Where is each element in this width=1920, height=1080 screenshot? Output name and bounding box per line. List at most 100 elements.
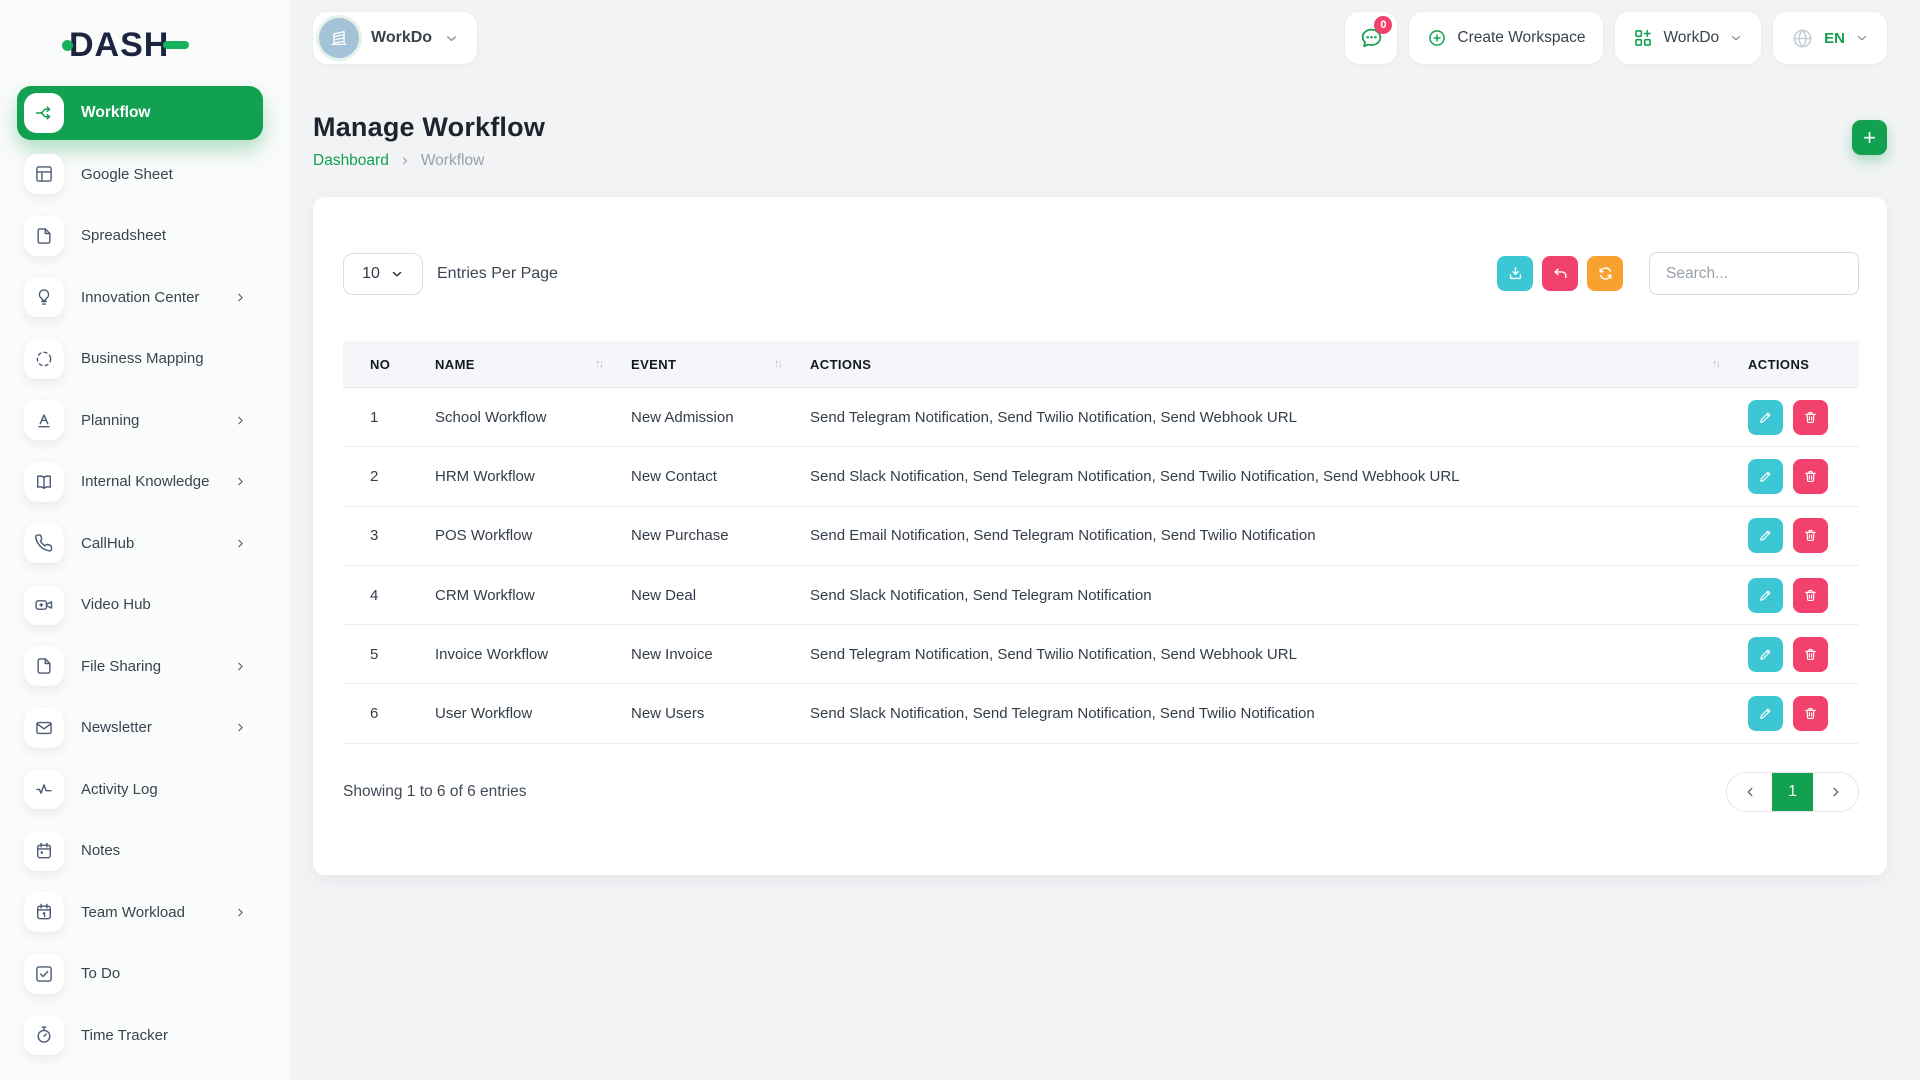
sidebar-item-business-mapping[interactable]: Business Mapping bbox=[17, 328, 263, 390]
edit-button[interactable] bbox=[1748, 400, 1783, 435]
sidebar-item-innovation-center[interactable]: Innovation Center bbox=[17, 267, 263, 329]
logo-dash-icon bbox=[163, 41, 189, 49]
workflow-icon bbox=[24, 93, 64, 133]
chevron-right-icon bbox=[234, 660, 247, 673]
sidebar-item-label: File Sharing bbox=[81, 658, 161, 675]
sort-icon[interactable]: ↑↓ bbox=[1706, 358, 1719, 370]
column-header-actions-3[interactable]: ACTIONS↑↓ bbox=[795, 341, 1733, 387]
sidebar-item-internal-knowledge[interactable]: Internal Knowledge bbox=[17, 451, 263, 513]
sidebar-item-spreadsheet[interactable]: Spreadsheet bbox=[17, 205, 263, 267]
sort-icon[interactable]: ↑↓ bbox=[589, 358, 602, 370]
sidebar-item-notes[interactable]: Notes bbox=[17, 820, 263, 882]
cell-no: 2 bbox=[343, 468, 420, 485]
table-row: 2 HRM Workflow New Contact Send Slack No… bbox=[343, 447, 1859, 506]
cell-row-buttons bbox=[1733, 637, 1859, 672]
breadcrumb: Dashboard Workflow bbox=[313, 152, 545, 170]
undo-icon bbox=[1552, 265, 1569, 282]
topbar-actions: 0 Create Workspace WorkDo EN bbox=[1345, 12, 1887, 64]
table-toolbar bbox=[1497, 256, 1623, 291]
trash-icon bbox=[1803, 410, 1818, 425]
breadcrumb-dashboard-link[interactable]: Dashboard bbox=[313, 152, 389, 170]
sort-icon[interactable]: ↑↓ bbox=[768, 358, 781, 370]
chevron-right-icon bbox=[1829, 785, 1843, 799]
workdo-apps-button[interactable]: WorkDo bbox=[1615, 12, 1761, 64]
sidebar-item-label: Innovation Center bbox=[81, 289, 199, 306]
delete-button[interactable] bbox=[1793, 696, 1828, 731]
sidebar-item-newsletter[interactable]: Newsletter bbox=[17, 697, 263, 759]
edit-button[interactable] bbox=[1748, 696, 1783, 731]
refresh-button[interactable] bbox=[1587, 256, 1623, 291]
sidebar-item-time-tracker[interactable]: Time Tracker bbox=[17, 1005, 263, 1067]
topbar: WorkDo 0 Create Workspace WorkDo bbox=[313, 12, 1887, 64]
previous-page-button[interactable] bbox=[1727, 773, 1772, 811]
entries-per-page-select[interactable]: 10 bbox=[343, 253, 423, 295]
cell-row-buttons bbox=[1733, 518, 1859, 553]
undo-button[interactable] bbox=[1542, 256, 1578, 291]
edit-button[interactable] bbox=[1748, 637, 1783, 672]
app-logo: DASH bbox=[62, 24, 290, 66]
sidebar-item-label: Newsletter bbox=[81, 719, 152, 736]
delete-button[interactable] bbox=[1793, 459, 1828, 494]
sidebar-item-workflow[interactable]: Workflow bbox=[17, 86, 263, 140]
sidebar-item-callhub[interactable]: CallHub bbox=[17, 513, 263, 575]
pencil-icon bbox=[1758, 647, 1773, 662]
sidebar-item-file-sharing[interactable]: File Sharing bbox=[17, 636, 263, 698]
sidebar-item-label: Activity Log bbox=[81, 781, 158, 798]
cell-actions: Send Telegram Notification, Send Twilio … bbox=[795, 409, 1733, 426]
column-header-name-1[interactable]: NAME↑↓ bbox=[420, 341, 616, 387]
delete-button[interactable] bbox=[1793, 400, 1828, 435]
cell-name: POS Workflow bbox=[420, 527, 616, 544]
current-page[interactable]: 1 bbox=[1772, 773, 1813, 811]
sidebar-item-to-do[interactable]: To Do bbox=[17, 943, 263, 1005]
cell-row-buttons bbox=[1733, 696, 1859, 731]
dashed-circle-icon bbox=[24, 339, 64, 379]
next-page-button[interactable] bbox=[1813, 773, 1858, 811]
chevron-down-icon bbox=[1855, 31, 1869, 45]
edit-button[interactable] bbox=[1748, 578, 1783, 613]
trash-icon bbox=[1803, 588, 1818, 603]
trash-icon bbox=[1803, 706, 1818, 721]
download-icon bbox=[1507, 265, 1524, 282]
language-selector[interactable]: EN bbox=[1773, 12, 1887, 64]
sidebar-item-planning[interactable]: Planning bbox=[17, 390, 263, 452]
cell-name: School Workflow bbox=[420, 409, 616, 426]
file-icon bbox=[24, 646, 64, 686]
phone-icon bbox=[24, 523, 64, 563]
table-row: 1 School Workflow New Admission Send Tel… bbox=[343, 388, 1859, 447]
pencil-icon bbox=[1758, 588, 1773, 603]
sidebar-item-video-hub[interactable]: Video Hub bbox=[17, 574, 263, 636]
workspace-selector[interactable]: WorkDo bbox=[313, 12, 477, 64]
add-workflow-button[interactable]: + bbox=[1852, 120, 1887, 155]
pencil-icon bbox=[1758, 469, 1773, 484]
cell-row-buttons bbox=[1733, 578, 1859, 613]
create-workspace-button[interactable]: Create Workspace bbox=[1409, 12, 1603, 64]
sidebar-item-label: Video Hub bbox=[81, 596, 151, 613]
delete-button[interactable] bbox=[1793, 637, 1828, 672]
timer-icon bbox=[24, 1015, 64, 1055]
sidebar-menu: Workflow Google Sheet Spreadsheet Innova… bbox=[0, 86, 290, 1066]
video-icon bbox=[24, 585, 64, 625]
export-button[interactable] bbox=[1497, 256, 1533, 291]
sidebar-item-label: To Do bbox=[81, 965, 120, 982]
cell-no: 1 bbox=[343, 409, 420, 426]
cell-actions: Send Telegram Notification, Send Twilio … bbox=[795, 646, 1733, 663]
type-a-icon bbox=[24, 400, 64, 440]
delete-button[interactable] bbox=[1793, 518, 1828, 553]
sidebar-item-team-workload[interactable]: Team Workload bbox=[17, 882, 263, 944]
messages-button[interactable]: 0 bbox=[1345, 12, 1397, 64]
search-input[interactable] bbox=[1649, 252, 1859, 295]
cell-name: Invoice Workflow bbox=[420, 646, 616, 663]
column-header-event-2[interactable]: EVENT↑↓ bbox=[616, 341, 795, 387]
table-row: 4 CRM Workflow New Deal Send Slack Notif… bbox=[343, 566, 1859, 625]
edit-button[interactable] bbox=[1748, 459, 1783, 494]
sidebar-item-activity-log[interactable]: Activity Log bbox=[17, 759, 263, 821]
sidebar: DASH Workflow Google Sheet Spreadsheet I… bbox=[0, 0, 290, 1080]
logo-dot-icon bbox=[62, 40, 73, 51]
sidebar-item-label: Spreadsheet bbox=[81, 227, 166, 244]
create-workspace-label: Create Workspace bbox=[1457, 29, 1585, 47]
cell-actions: Send Slack Notification, Send Telegram N… bbox=[795, 587, 1733, 604]
sidebar-item-google-sheet[interactable]: Google Sheet bbox=[17, 144, 263, 206]
edit-button[interactable] bbox=[1748, 518, 1783, 553]
delete-button[interactable] bbox=[1793, 578, 1828, 613]
cell-actions: Send Slack Notification, Send Telegram N… bbox=[795, 468, 1733, 485]
